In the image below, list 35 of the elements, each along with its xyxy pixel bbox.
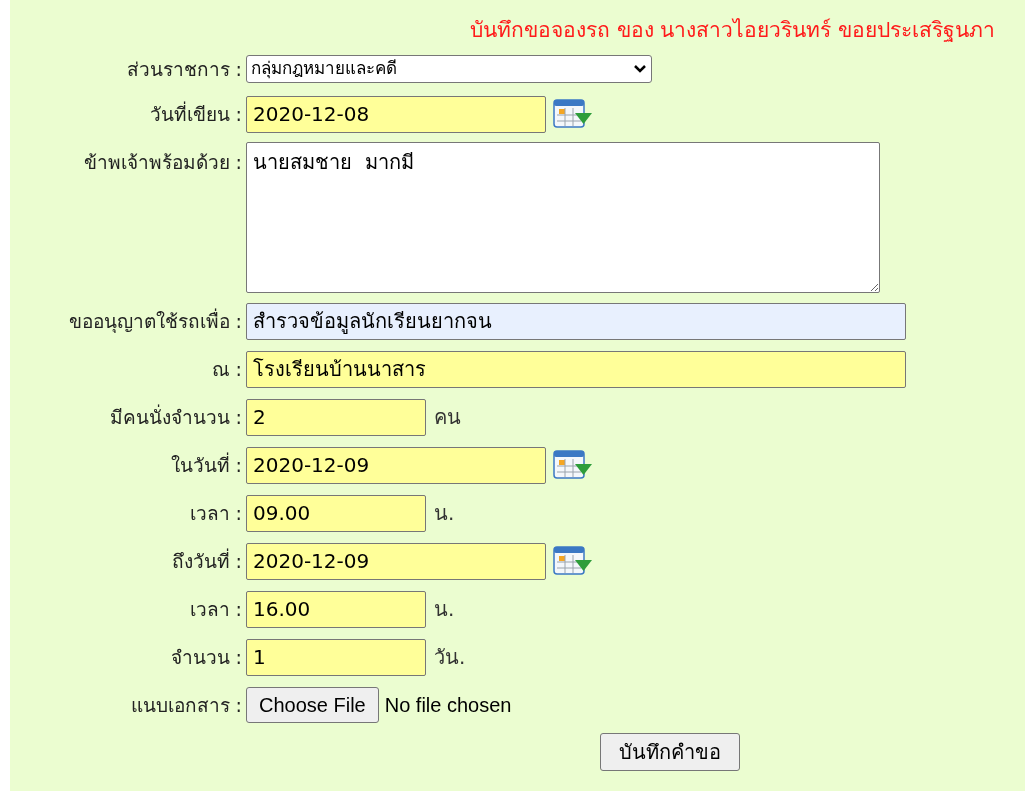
text-field[interactable]: สำรวจข้อมูลนักเรียนยากจน [246,302,906,340]
file-status: No file chosen [384,693,512,718]
field-label: ข้าพเจ้าพร้อมด้วย : [83,150,242,175]
text-field[interactable]: 2 [246,398,426,436]
field-label: เวลา : [189,500,242,526]
submit-button[interactable]: บันทึกคำขอ [600,733,740,771]
field-label: ณ : [211,356,242,382]
choose-file-button[interactable]: Choose File [246,687,379,723]
text-field[interactable]: 1 [246,638,426,676]
field-label: ถึงวันที่ : [171,547,242,574]
date-field[interactable]: 2020-12-09 [246,446,546,484]
calendar-icon[interactable] [553,99,593,129]
unit-label: น. [434,596,455,623]
field-label: วันที่เขียน : [149,100,242,127]
text-field[interactable]: 09.00 [246,494,426,532]
calendar-icon[interactable] [553,450,593,480]
unit-label: วัน. [434,644,466,671]
calendar-icon[interactable] [553,546,593,576]
date-field[interactable]: 2020-12-09 [246,542,546,580]
text-field[interactable]: 16.00 [246,590,426,628]
field-label: เวลา : [189,596,242,622]
text-field[interactable]: โรงเรียนบ้านนาสาร [246,350,906,388]
text-area[interactable]: นายสมชาย มากมี [246,142,880,293]
field-label: ในวันที่ : [170,451,242,478]
chevron-down-icon [633,64,647,74]
dropdown-field[interactable]: กลุ่มกฎหมายและคดี [246,55,652,83]
unit-label: น. [434,500,455,527]
field-label: จำนวน : [170,644,242,670]
field-label: มีคนนั่งจำนวน : [109,403,242,430]
form-title: บันทึกขอจองรถ ของ นางสาวไอยวรินทร์ ขอยประเสริฐนภา [469,17,995,45]
unit-label: คน [434,404,461,431]
field-label: แนบเอกสาร : [130,692,242,718]
field-label: ส่วนราชการ : [126,56,242,82]
field-label: ขออนุญาตใช้รถเพื่อ : [68,307,242,335]
date-field[interactable]: 2020-12-08 [246,95,546,133]
